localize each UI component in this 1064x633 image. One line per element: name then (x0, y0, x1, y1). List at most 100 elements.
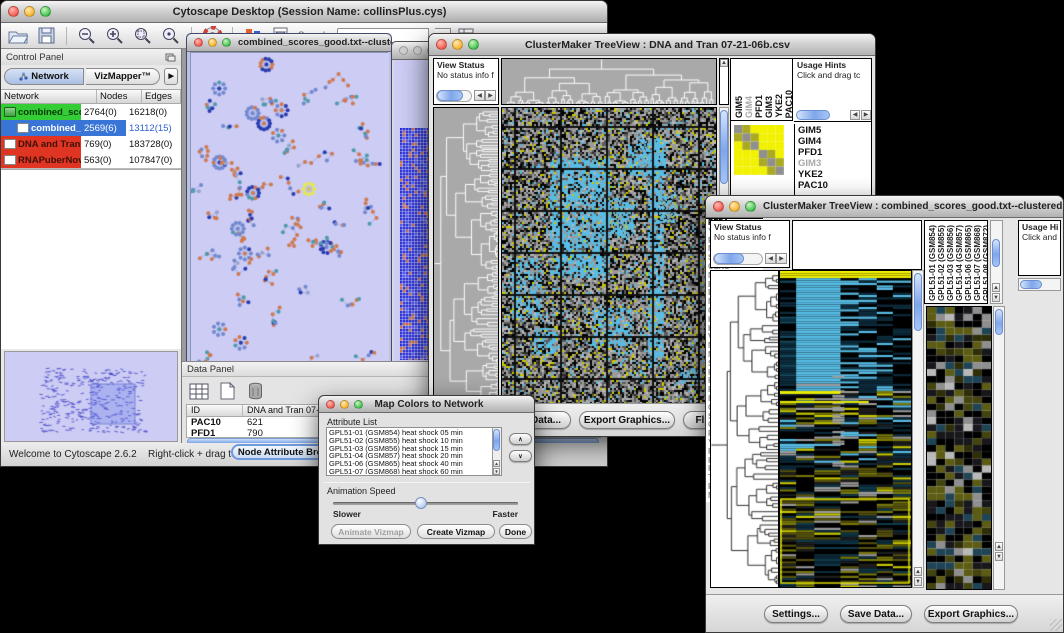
close-icon (399, 46, 408, 55)
attribute-item[interactable]: GPL51-07 (GSM868) heat shock 60 min (329, 468, 491, 474)
tab-overflow-icon[interactable]: ▶ (164, 68, 178, 85)
column-label[interactable]: PAC10 (784, 90, 793, 118)
control-panel: Control Panel Network VizMapper™ ▶ Netwo… (1, 49, 182, 443)
export-graphics-button[interactable]: Export Graphics... (579, 411, 675, 429)
horizontal-scrollbar[interactable]: ◀ ▶ (436, 90, 496, 102)
column-labels[interactable]: GPL51-01 (GSM854)GPL51-02 (GSM855)GPL51-… (924, 220, 988, 304)
vertical-scrollbar[interactable]: ▲ ▼ (492, 428, 501, 475)
open-session-icon[interactable] (7, 26, 29, 46)
file-icon (4, 155, 16, 165)
network-tree-empty-area (1, 169, 181, 349)
done-button[interactable]: Done (499, 524, 532, 539)
scroll-right-icon: ▶ (776, 253, 787, 264)
scroll-right-icon: ▶ (861, 110, 871, 120)
export-graphics-button[interactable]: Export Graphics... (924, 605, 1018, 623)
close-icon (194, 38, 203, 47)
window-title: combined_scores_good.txt--cluste... (238, 37, 391, 48)
birdseye-view[interactable] (4, 351, 178, 442)
column-label[interactable]: GPL51-01 (GSM854) (928, 225, 937, 301)
scroll-right-icon[interactable]: ▶ (485, 90, 496, 101)
row-label[interactable]: GIM5 (798, 125, 871, 136)
minimize-icon (413, 46, 422, 55)
vertical-scrollbar[interactable]: ▲ ▼ (990, 220, 1003, 304)
scroll-down-icon: ▼ (995, 552, 1003, 561)
zoom-selected-icon[interactable] (160, 26, 182, 46)
title-bar[interactable]: Cytoscape Desktop (Session Name: collins… (1, 1, 607, 23)
column-label[interactable]: GIM3 (764, 96, 774, 118)
horizontal-scrollbar[interactable] (1018, 278, 1061, 291)
heatmap[interactable] (501, 107, 717, 405)
float-panel-icon[interactable] (165, 53, 176, 62)
scroll-down-icon: ▼ (992, 293, 1000, 302)
row-label[interactable]: GIM3 (798, 158, 871, 169)
attribute-listbox[interactable]: GPL51-01 (GSM854) heat shock 05 minGPL51… (326, 427, 502, 476)
zoom-fit-icon[interactable] (132, 26, 154, 46)
network-row[interactable]: combined_sco2569(6)13112(15) (1, 120, 181, 136)
column-labels[interactable]: GIM5GIM4PFD1GIM3YKE2PAC10 (731, 59, 793, 121)
file-icon (17, 123, 29, 133)
row-dendrogram[interactable] (433, 107, 499, 405)
column-dendrogram[interactable] (501, 58, 717, 105)
animation-speed-label: Animation Speed (327, 486, 396, 496)
column-label[interactable]: GPL51-07 (GSM868) (973, 225, 982, 301)
zoom-icon (40, 6, 51, 17)
horizontal-scrollbar[interactable]: ◀ ▶ (794, 109, 871, 122)
dialog-title: Map Colors to Network (370, 399, 534, 410)
folder-icon (4, 107, 16, 117)
title-bar[interactable]: Map Colors to Network (319, 396, 534, 413)
column-label[interactable]: YKE2 (774, 94, 784, 118)
tree-scroll-strip[interactable]: ▲ (719, 58, 729, 105)
scroll-left-icon[interactable]: ◀ (474, 90, 485, 101)
title-bar[interactable]: ClusterMaker TreeView : combined_scores_… (706, 196, 1063, 218)
desktop: Cytoscape Desktop (Session Name: collins… (0, 0, 1064, 633)
column-label[interactable]: GPL51-04 (GSM857) (955, 225, 964, 301)
create-vizmap-button[interactable]: Create Vizmap (417, 524, 495, 539)
network-row[interactable]: RNAPuberNov2+563(0)107847(0) (1, 152, 181, 168)
horizontal-scrollbar[interactable]: ◀ ▶ (713, 253, 787, 265)
column-label[interactable]: GPL51-03 (GSM856) (946, 225, 955, 301)
delete-attribute-icon[interactable] (244, 381, 266, 401)
resize-grip[interactable] (1050, 619, 1062, 631)
status-welcome: Welcome to Cytoscape 2.6.2 (9, 449, 137, 460)
title-bar[interactable]: combined_scores_good.txt--cluste... (187, 34, 391, 52)
column-label[interactable]: GIM4 (744, 96, 754, 118)
save-data-button[interactable]: Save Data... (840, 605, 912, 623)
vertical-scrollbar[interactable]: ▲ ▼ (993, 306, 1005, 590)
new-attribute-icon[interactable] (216, 381, 238, 401)
row-label[interactable]: YKE2 (798, 169, 871, 180)
zoom-in-icon[interactable] (104, 26, 126, 46)
column-label[interactable]: GIM5 (734, 96, 744, 118)
usage-hints-panel: Usage HintsClick and drag tc (794, 59, 871, 109)
row-label[interactable]: PFD1 (798, 147, 871, 158)
move-up-button[interactable]: ∧ (509, 433, 532, 445)
vertical-scrollbar[interactable]: ▲ ▼ (912, 270, 924, 588)
settings-button[interactable]: Settings... (764, 605, 828, 623)
column-label[interactable]: GPL51-06 (GSM865) (964, 225, 973, 301)
column-label[interactable]: GPL51-08 (GSM872) (982, 225, 988, 301)
row-label[interactable]: PAC10 (798, 180, 871, 191)
network-view-window[interactable]: combined_scores_good.txt--cluste... (186, 33, 392, 369)
network-canvas[interactable] (191, 53, 389, 365)
row-label[interactable]: GIM4 (798, 136, 871, 147)
network-row[interactable]: combined_scores2764(0)16218(0) (1, 104, 181, 120)
column-label[interactable]: GPL51-02 (GSM855) (937, 225, 946, 301)
heatmap[interactable] (780, 270, 912, 588)
tab-vizmapper[interactable]: VizMapper™ (86, 68, 160, 85)
save-session-icon[interactable] (35, 26, 57, 46)
speed-slider-handle[interactable] (415, 497, 427, 509)
network-row[interactable]: DNA and Tran 07769(0)183728(0) (1, 136, 181, 152)
column-label[interactable]: PFD1 (754, 95, 764, 118)
row-dendrogram[interactable] (710, 270, 780, 588)
control-panel-tabs: Network VizMapper™ ▶ (1, 65, 181, 87)
attribute-select-icon[interactable] (188, 381, 210, 401)
network-table-header[interactable]: Network Nodes Edges (1, 90, 181, 104)
column-dendrogram-area[interactable] (792, 220, 922, 270)
zoom-out-icon[interactable] (76, 26, 98, 46)
window-controls[interactable] (8, 6, 51, 17)
zoom-heatmap[interactable] (926, 306, 992, 590)
animate-vizmap-button[interactable]: Animate Vizmap (331, 524, 411, 539)
tab-network[interactable]: Network (4, 68, 84, 85)
title-bar[interactable]: ClusterMaker TreeView : DNA and Tran 07-… (429, 34, 875, 56)
similarity-matrix[interactable] (734, 125, 784, 175)
move-down-button[interactable]: ∨ (509, 450, 532, 462)
